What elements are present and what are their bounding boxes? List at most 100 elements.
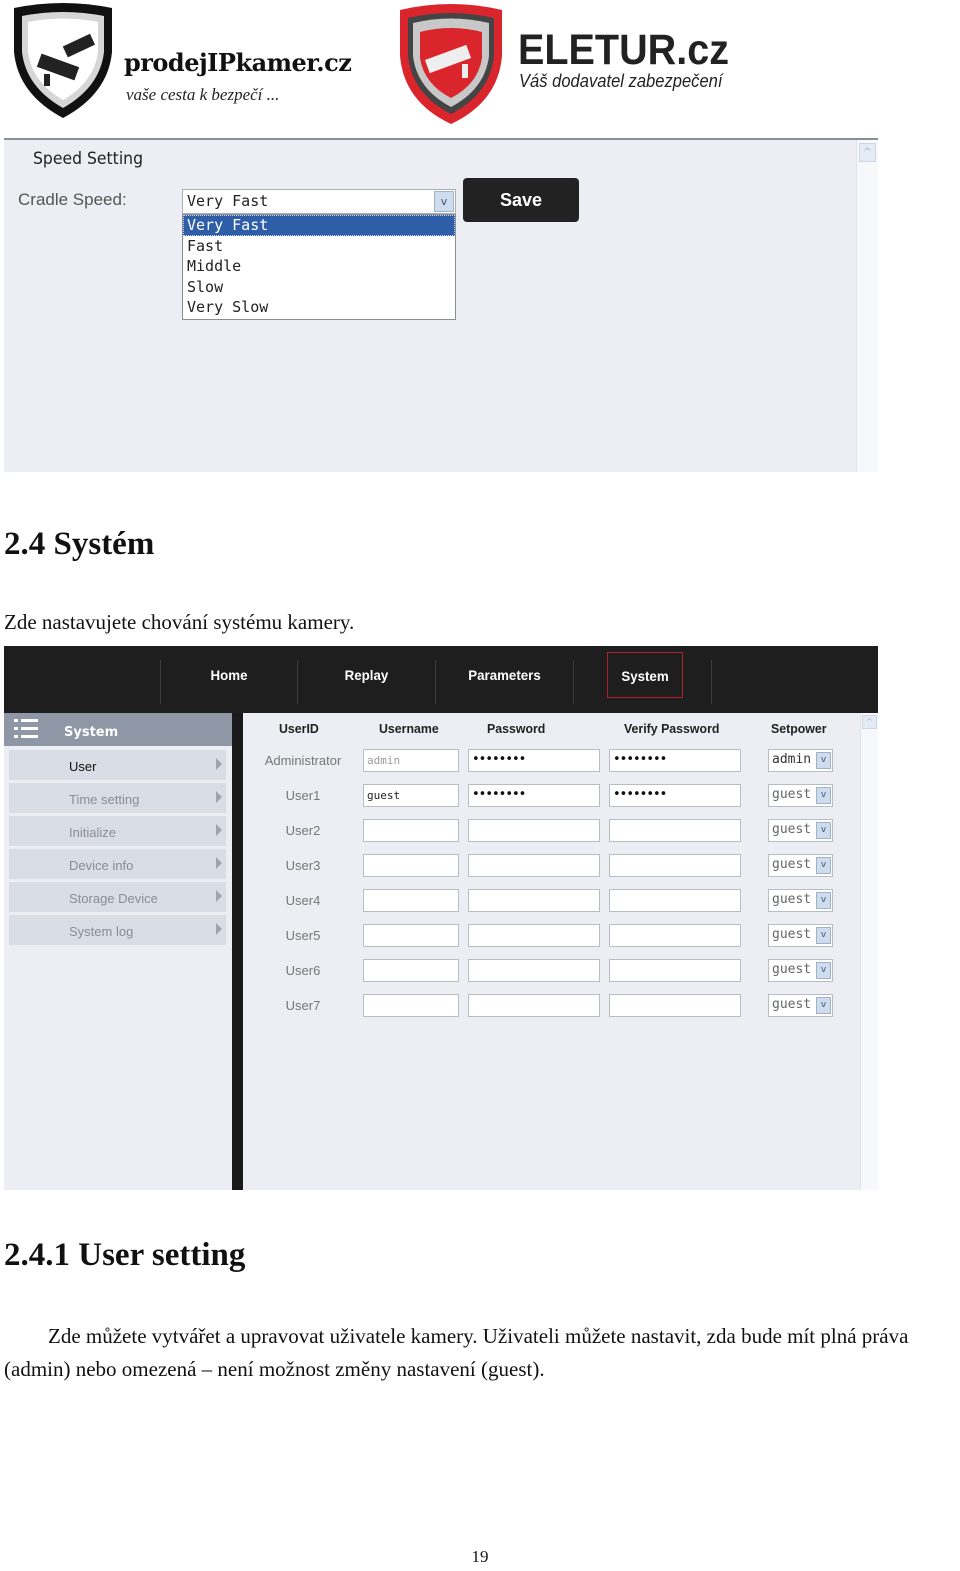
chevron-down-icon[interactable]: v bbox=[816, 892, 831, 909]
setpower-value: guest bbox=[772, 822, 812, 837]
sidebar-title: System bbox=[64, 725, 119, 740]
scroll-up-arrow-icon[interactable]: ^ bbox=[859, 143, 876, 162]
nav-tab-parameters[interactable]: Parameters bbox=[439, 652, 569, 698]
verify-password-input[interactable]: •••••••• bbox=[609, 749, 741, 772]
speed-setting-title: Speed Setting bbox=[33, 149, 144, 169]
setpower-select[interactable]: guest v bbox=[768, 924, 833, 947]
speed-panel-scrollbar[interactable]: ^ bbox=[856, 140, 878, 472]
user-id-label: User5 bbox=[285, 928, 321, 943]
setpower-value: guest bbox=[772, 927, 812, 942]
username-input[interactable] bbox=[363, 959, 459, 982]
top-navigation-bar: Home Replay Parameters System bbox=[4, 646, 878, 713]
user-id-label: User6 bbox=[285, 963, 321, 978]
user-table-row: User2 guest v bbox=[243, 819, 860, 843]
logo-prodejipkamer-name: prodejIPkamer.cz bbox=[124, 48, 352, 77]
user-setting-description: Zde můžete vytvářet a upravovat uživatel… bbox=[4, 1320, 960, 1386]
user-table-row: User6 guest v bbox=[243, 959, 860, 983]
user-id-label: User2 bbox=[285, 823, 321, 838]
chevron-down-icon[interactable]: v bbox=[816, 857, 831, 874]
password-input[interactable] bbox=[468, 889, 600, 912]
chevron-down-icon[interactable]: v bbox=[816, 822, 831, 839]
username-input: admin bbox=[363, 749, 459, 772]
user-table-row: User3 guest v bbox=[243, 854, 860, 878]
section-heading-user-setting: 2.4.1 User setting bbox=[4, 1237, 246, 1273]
speed-setting-panel: Speed Setting Cradle Speed: Very Fast v … bbox=[4, 138, 878, 472]
chevron-down-icon[interactable]: v bbox=[816, 927, 831, 944]
verify-password-input[interactable] bbox=[609, 924, 741, 947]
verify-password-input[interactable] bbox=[609, 994, 741, 1017]
nav-separator bbox=[435, 660, 436, 704]
username-input[interactable] bbox=[363, 889, 459, 912]
chevron-right-icon bbox=[216, 923, 222, 935]
logo-eletur-tagline: Váš dodavatel zabezpečení bbox=[519, 71, 723, 91]
scroll-up-arrow-icon[interactable]: ^ bbox=[862, 715, 877, 729]
sidebar-item-system-log[interactable]: System log bbox=[9, 915, 226, 945]
user-id-label: User1 bbox=[285, 788, 321, 803]
speed-option-slow[interactable]: Slow bbox=[183, 277, 455, 298]
column-header-username: Username bbox=[379, 721, 439, 736]
setpower-select[interactable]: admin v bbox=[768, 749, 833, 772]
sidebar-header: System bbox=[4, 713, 232, 746]
page-number: 19 bbox=[471, 1547, 489, 1566]
sidebar-item-label: User bbox=[69, 759, 97, 774]
sidebar-item-label: Time setting bbox=[69, 792, 140, 807]
nav-separator bbox=[711, 660, 712, 704]
password-input[interactable] bbox=[468, 924, 600, 947]
username-input[interactable] bbox=[363, 819, 459, 842]
username-input[interactable]: guest bbox=[363, 784, 459, 807]
panel-divider bbox=[232, 713, 243, 1190]
setpower-select[interactable]: guest v bbox=[768, 889, 833, 912]
nav-tab-home[interactable]: Home bbox=[164, 652, 293, 698]
sidebar-item-initialize[interactable]: Initialize bbox=[9, 816, 226, 846]
shield-camera-icon-black bbox=[8, 2, 118, 120]
sidebar-item-device-info[interactable]: Device info bbox=[9, 849, 226, 879]
user-table-row: Administrator admin •••••••• •••••••• admin v bbox=[243, 749, 860, 773]
speed-option-very-fast[interactable]: Very Fast bbox=[183, 215, 455, 236]
password-input[interactable] bbox=[468, 994, 600, 1017]
password-input[interactable]: •••••••• bbox=[468, 749, 600, 772]
sidebar-item-user[interactable]: User bbox=[9, 750, 226, 780]
password-input[interactable] bbox=[468, 854, 600, 877]
sidebar-item-label: Initialize bbox=[69, 825, 116, 840]
verify-password-input[interactable] bbox=[609, 889, 741, 912]
verify-password-input[interactable] bbox=[609, 819, 741, 842]
setpower-select[interactable]: guest v bbox=[768, 994, 833, 1017]
verify-password-input[interactable] bbox=[609, 854, 741, 877]
chevron-right-icon bbox=[216, 758, 222, 770]
speed-option-middle[interactable]: Middle bbox=[183, 256, 455, 277]
user-id-label: User4 bbox=[285, 893, 321, 908]
chevron-down-icon[interactable]: v bbox=[434, 191, 454, 212]
verify-password-input[interactable] bbox=[609, 959, 741, 982]
chevron-down-icon[interactable]: v bbox=[816, 752, 831, 769]
list-menu-icon bbox=[14, 719, 38, 738]
speed-option-very-slow[interactable]: Very Slow bbox=[183, 297, 455, 318]
setpower-value: guest bbox=[772, 787, 812, 802]
chevron-down-icon[interactable]: v bbox=[816, 962, 831, 979]
username-input[interactable] bbox=[363, 994, 459, 1017]
nav-tab-system[interactable]: System bbox=[607, 652, 683, 698]
cradle-speed-select[interactable]: Very Fast v bbox=[182, 189, 456, 214]
chevron-down-icon[interactable]: v bbox=[816, 787, 831, 804]
sidebar-item-label: Storage Device bbox=[69, 891, 158, 906]
setpower-select[interactable]: guest v bbox=[768, 784, 833, 807]
setpower-select[interactable]: guest v bbox=[768, 854, 833, 877]
setpower-select[interactable]: guest v bbox=[768, 959, 833, 982]
setpower-value: guest bbox=[772, 892, 812, 907]
sidebar-item-storage-device[interactable]: Storage Device bbox=[9, 882, 226, 912]
username-input[interactable] bbox=[363, 924, 459, 947]
save-button[interactable]: Save bbox=[463, 178, 579, 222]
chevron-down-icon[interactable]: v bbox=[816, 997, 831, 1014]
sidebar-item-time-setting[interactable]: Time setting bbox=[9, 783, 226, 813]
password-input[interactable] bbox=[468, 959, 600, 982]
password-input[interactable]: •••••••• bbox=[468, 784, 600, 807]
setpower-select[interactable]: guest v bbox=[768, 819, 833, 842]
nav-tab-replay[interactable]: Replay bbox=[301, 652, 431, 698]
verify-password-input[interactable]: •••••••• bbox=[609, 784, 741, 807]
sidebar-item-label: Device info bbox=[69, 858, 134, 873]
password-input[interactable] bbox=[468, 819, 600, 842]
user-setting-description-line1: Zde můžete vytvářet a upravovat uživatel… bbox=[48, 1324, 909, 1348]
speed-option-fast[interactable]: Fast bbox=[183, 236, 455, 257]
username-input[interactable] bbox=[363, 854, 459, 877]
content-scrollbar[interactable]: ^ bbox=[860, 713, 878, 1190]
chevron-right-icon bbox=[216, 824, 222, 836]
